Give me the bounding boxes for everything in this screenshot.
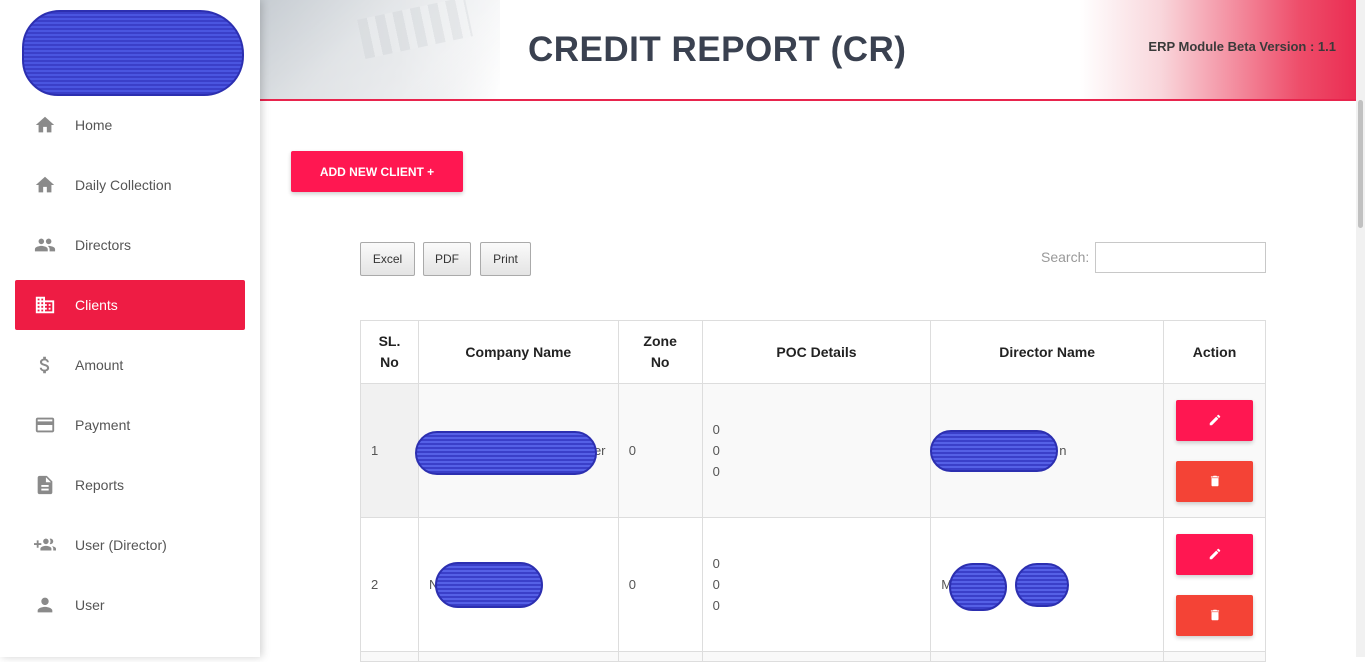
search-label: Search:	[1041, 249, 1090, 265]
page-title: CREDIT REPORT (CR)	[528, 30, 907, 69]
sidebar: Home Daily Collection Directors Clients …	[0, 0, 260, 657]
poc-cell: 000	[701, 517, 932, 652]
zone-cell: 0	[617, 517, 703, 652]
director-cell: M u	[930, 517, 1164, 652]
sidebar-item-directors[interactable]: Directors	[15, 220, 245, 270]
redacted-director	[1015, 563, 1070, 607]
director-cell: n	[930, 383, 1164, 518]
delete-button[interactable]	[1176, 460, 1253, 502]
table-header-row: SL. No Company Name Zone No POC Details Di…	[360, 320, 1266, 384]
sidebar-item-label: Directors	[75, 237, 132, 253]
sidebar-item-label: Amount	[75, 357, 124, 373]
sl-cell: 2	[360, 517, 419, 652]
column-header-director[interactable]: Director Name	[930, 320, 1164, 384]
redacted-company	[434, 562, 543, 608]
sidebar-item-label: Clients	[75, 297, 118, 313]
header-photo	[260, 0, 500, 99]
scrollbar-thumb[interactable]	[1358, 100, 1363, 228]
action-cell	[1163, 517, 1266, 652]
poc-cell: 000	[701, 383, 932, 518]
sidebar-item-label: User	[75, 597, 105, 613]
trash-icon	[1210, 609, 1219, 621]
sidebar-item-label: Daily Collection	[75, 177, 172, 193]
add-new-client-button[interactable]: ADD NEW CLIENT +	[291, 151, 463, 192]
column-header-company[interactable]: Company Name	[417, 320, 619, 384]
company-cell: er	[414, 383, 619, 518]
column-header-zone[interactable]: Zone No	[617, 320, 703, 384]
redacted-director	[930, 430, 1059, 472]
dollar-icon	[15, 354, 75, 376]
column-header-action: Action	[1163, 320, 1266, 384]
credit-card-icon	[15, 414, 75, 436]
redacted-company	[414, 431, 597, 475]
document-icon	[15, 474, 75, 496]
sidebar-item-label: User (Director)	[75, 537, 167, 553]
building-icon	[15, 294, 75, 316]
sidebar-nav: Home Daily Collection Directors Clients …	[15, 100, 245, 640]
sidebar-item-label: Payment	[75, 417, 131, 433]
add-group-icon	[15, 534, 75, 556]
home-icon	[15, 174, 75, 196]
table-row: 2 N ed 0 000 M u	[360, 517, 1266, 652]
home-icon	[15, 114, 75, 136]
delete-button[interactable]	[1176, 594, 1253, 636]
print-button[interactable]: Print	[480, 242, 531, 276]
zone-cell: 0	[617, 383, 703, 518]
sidebar-item-amount[interactable]: Amount	[15, 340, 245, 390]
redacted-director	[949, 563, 1008, 611]
search-input[interactable]	[1095, 242, 1266, 273]
sidebar-item-reports[interactable]: Reports	[15, 460, 245, 510]
page-scrollbar[interactable]	[1356, 0, 1365, 657]
sidebar-item-clients[interactable]: Clients	[15, 280, 245, 330]
person-icon	[15, 594, 75, 616]
sl-cell: 1	[360, 383, 419, 518]
pencil-icon	[1209, 414, 1220, 426]
edit-button[interactable]	[1176, 533, 1253, 575]
company-cell: N ed	[417, 517, 619, 652]
sidebar-item-label: Reports	[75, 477, 125, 493]
pdf-button[interactable]: PDF	[423, 242, 471, 276]
clients-table: SL. No Company Name Zone No POC Details Di…	[360, 320, 1266, 662]
sidebar-item-payment[interactable]: Payment	[15, 400, 245, 450]
table-row: 1 er 0 000 n	[360, 383, 1266, 518]
trash-icon	[1210, 475, 1219, 487]
header-banner: CREDIT REPORT (CR) ERP Module Beta Versi…	[260, 0, 1361, 101]
edit-button[interactable]	[1176, 399, 1253, 441]
sidebar-item-user[interactable]: User	[15, 580, 245, 630]
people-icon	[15, 234, 75, 256]
excel-button[interactable]: Excel	[360, 242, 415, 276]
sidebar-item-user-director[interactable]: User (Director)	[15, 520, 245, 570]
sidebar-item-daily-collection[interactable]: Daily Collection	[15, 160, 245, 210]
logo	[22, 6, 246, 100]
sidebar-item-label: Home	[75, 117, 113, 133]
pencil-icon	[1209, 548, 1220, 560]
action-cell	[1163, 383, 1266, 518]
column-header-sl[interactable]: SL. No	[360, 320, 419, 384]
column-header-poc[interactable]: POC Details	[701, 320, 932, 384]
version-label: ERP Module Beta Version : 1.1	[1148, 39, 1336, 54]
sidebar-item-home[interactable]: Home	[15, 100, 245, 150]
